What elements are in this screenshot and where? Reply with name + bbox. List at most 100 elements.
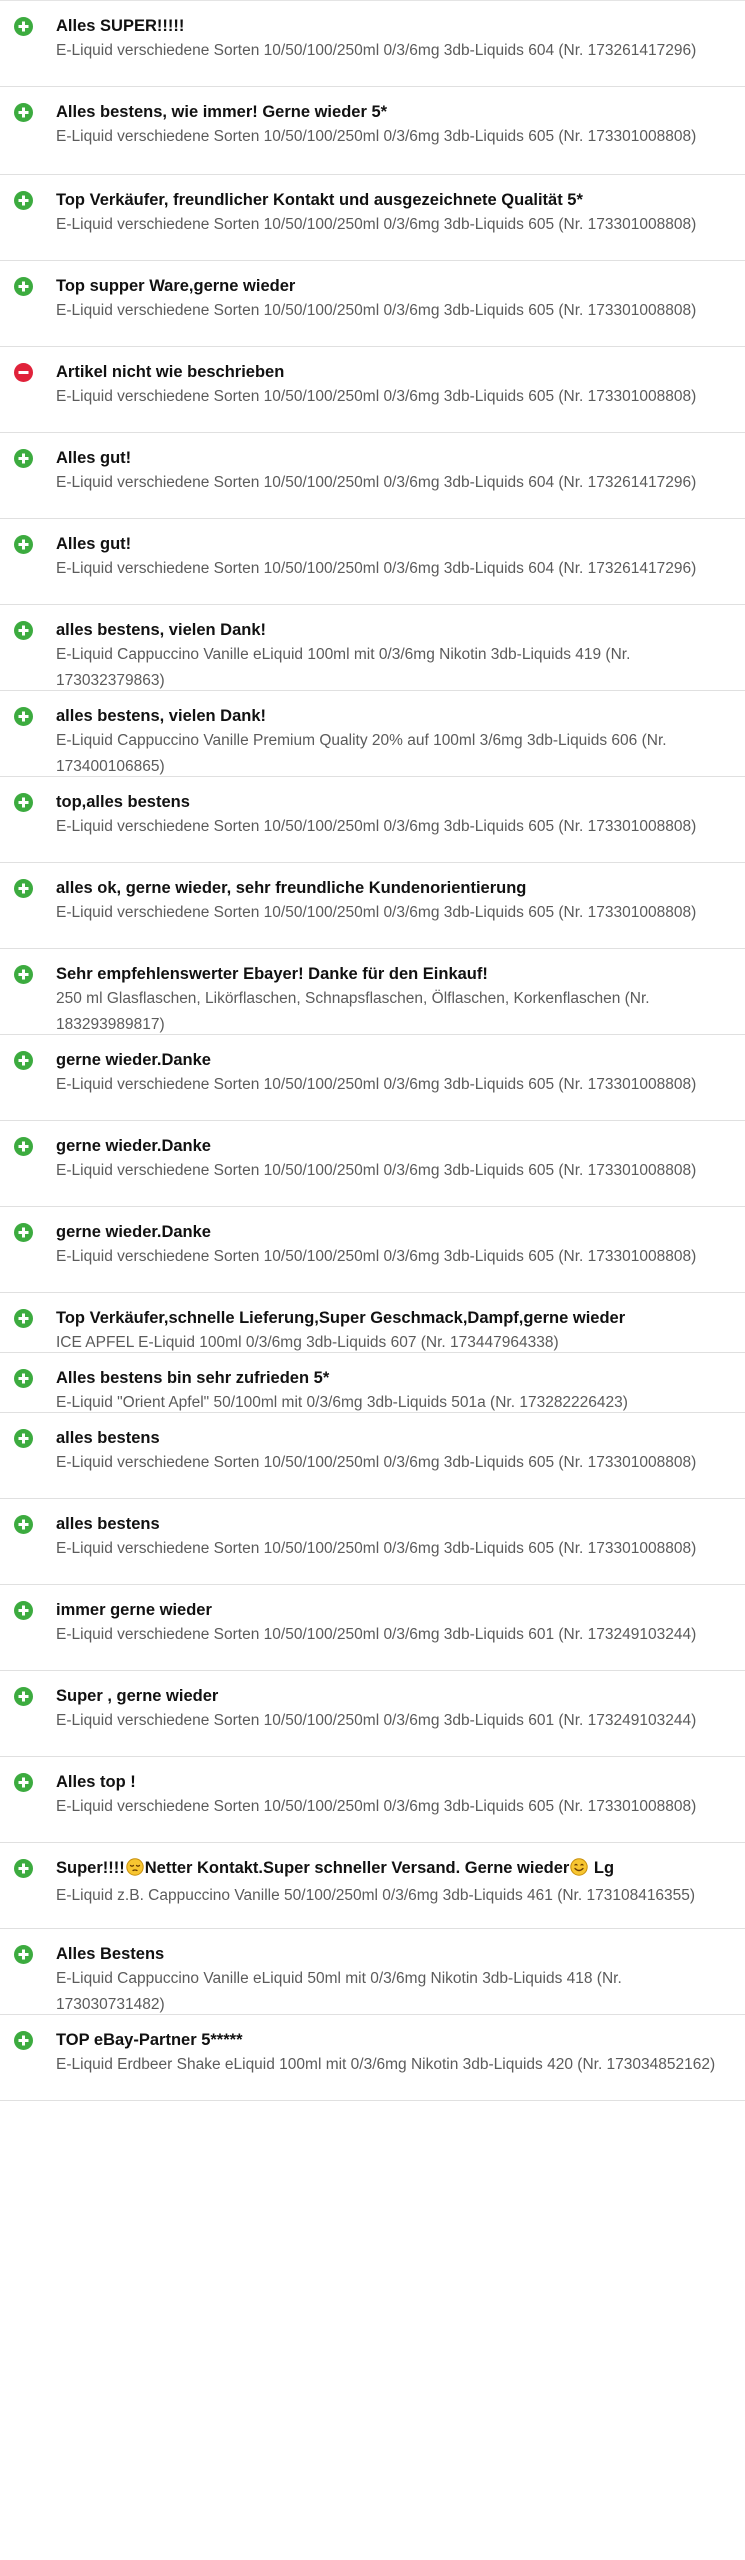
positive-feedback-icon [14,1515,33,1534]
positive-feedback-icon [14,17,33,36]
positive-feedback-icon [14,1369,33,1388]
positive-feedback-icon [14,535,33,554]
feedback-item-title: E-Liquid verschiedene Sorten 10/50/100/2… [56,1076,697,1093]
feedback-item-title: E-Liquid verschiedene Sorten 10/50/100/2… [56,388,697,405]
feedback-item: Artikel nicht wie beschrieben E-Liquid ve… [0,347,745,433]
feedback-comment: gerne wieder.Danke [56,1051,211,1069]
feedback-comment: Alles Bestens [56,1945,165,1963]
feedback-comment: Top Verkäufer, freundlicher Kontakt und … [56,191,583,209]
feedback-item: gerne wieder.Danke E-Liquid verschiedene … [0,1207,745,1293]
positive-feedback-icon [14,449,33,468]
feedback-item-title: 250 ml Glasflaschen, Likörflaschen, Schn… [56,990,650,1033]
feedback-comment: Alles gut! [56,535,132,553]
feedback-comment: Top supper Ware,gerne wieder [56,277,296,295]
positive-feedback-icon [14,1429,33,1448]
feedback-item-title: E-Liquid verschiedene Sorten 10/50/100/2… [56,1162,697,1179]
positive-feedback-icon [14,1051,33,1070]
feedback-comment: alles bestens [56,1429,160,1447]
feedback-item-title: E-Liquid verschiedene Sorten 10/50/100/2… [56,1712,697,1729]
positive-feedback-icon [14,793,33,812]
positive-feedback-icon [14,707,33,726]
feedback-comment: Super!!!! Netter Kontakt.Super schneller … [56,1857,731,1882]
feedback-item-title: E-Liquid verschiedene Sorten 10/50/100/2… [56,302,697,319]
feedback-item: gerne wieder.Danke E-Liquid verschiedene … [0,1035,745,1121]
positive-feedback-icon [14,1859,33,1878]
positive-feedback-icon [14,103,33,122]
feedback-item: immer gerne wieder E-Liquid verschiedene … [0,1585,745,1671]
feedback-comment: alles bestens, vielen Dank! [56,621,267,639]
feedback-item: alles bestens, vielen Dank! E-Liquid Capp… [0,605,745,691]
positive-feedback-icon [14,1223,33,1242]
feedback-item-title: E-Liquid verschiedene Sorten 10/50/100/2… [56,818,697,835]
feedback-comment: Alles top ! [56,1773,136,1791]
feedback-item-title: E-Liquid verschiedene Sorten 10/50/100/2… [56,1798,697,1815]
feedback-item: top,alles bestens E-Liquid verschiedene S… [0,777,745,863]
feedback-item-title: E-Liquid verschiedene Sorten 10/50/100/2… [56,904,697,921]
feedback-comment: top,alles bestens [56,793,190,811]
feedback-comment: Alles gut! [56,449,132,467]
feedback-item: Alles bestens bin sehr zufrieden 5* E-Liq… [0,1353,745,1413]
feedback-item-title: E-Liquid verschiedene Sorten 10/50/100/2… [56,474,697,491]
feedback-item: Alles Bestens E-Liquid Cappuccino Vanille… [0,1929,745,2015]
positive-feedback-icon [14,277,33,296]
feedback-comment: Super , gerne wieder [56,1687,219,1705]
feedback-item: alles ok, gerne wieder, sehr freundliche… [0,863,745,949]
feedback-item: Top Verkäufer,schnelle Lieferung,Super G… [0,1293,745,1353]
feedback-item: alles bestens E-Liquid verschiedene Sorte… [0,1413,745,1499]
feedback-item-title: E-Liquid verschiedene Sorten 10/50/100/2… [56,1248,697,1265]
feedback-comment: Top Verkäufer,schnelle Lieferung,Super G… [56,1309,626,1327]
feedback-item: Alles SUPER!!!!! E-Liquid verschiedene So… [0,1,745,87]
feedback-comment: immer gerne wieder [56,1601,212,1619]
feedback-comment: Alles SUPER!!!!! [56,17,185,35]
feedback-item-title: E-Liquid verschiedene Sorten 10/50/100/2… [56,42,697,59]
feedback-comment: Alles bestens bin sehr zufrieden 5* [56,1369,330,1387]
feedback-item-title: E-Liquid Cappuccino Vanille eLiquid 100m… [56,646,631,689]
feedback-item: Super!!!! Netter Kontakt.Super schneller … [0,1843,745,1929]
positive-feedback-icon [14,2031,33,2050]
feedback-comment: alles bestens, vielen Dank! [56,707,267,725]
feedback-comment-text: Super!!!! [56,1859,125,1877]
feedback-item: alles bestens E-Liquid verschiedene Sorte… [0,1499,745,1585]
feedback-item: Sehr empfehlenswerter Ebayer! Danke für … [0,949,745,1035]
feedback-comment: Alles bestens, wie immer! Gerne wieder 5… [56,103,388,121]
feedback-comment: gerne wieder.Danke [56,1137,211,1155]
feedback-comment-text: Netter Kontakt.Super schneller Versand. … [144,1859,570,1877]
positive-feedback-icon [14,1601,33,1620]
positive-feedback-icon [14,879,33,898]
feedback-comment: alles ok, gerne wieder, sehr freundliche… [56,879,527,897]
feedback-item-title: E-Liquid Erdbeer Shake eLiquid 100ml mit… [56,2056,716,2073]
feedback-item: Alles gut! E-Liquid verschiedene Sorten 1… [0,519,745,605]
sleepy-face-emoji [126,1858,144,1882]
feedback-item-title: E-Liquid verschiedene Sorten 10/50/100/2… [56,216,697,233]
positive-feedback-icon [14,191,33,210]
feedback-item: Alles top ! E-Liquid verschiedene Sorten … [0,1757,745,1843]
feedback-item: gerne wieder.Danke E-Liquid verschiedene … [0,1121,745,1207]
positive-feedback-icon [14,1137,33,1156]
feedback-list: Alles SUPER!!!!! E-Liquid verschiedene So… [0,0,745,2101]
feedback-comment: alles bestens [56,1515,160,1533]
feedback-item-title: E-Liquid verschiedene Sorten 10/50/100/2… [56,1626,697,1643]
feedback-item: Super , gerne wieder E-Liquid verschieden… [0,1671,745,1757]
positive-feedback-icon [14,621,33,640]
feedback-item-title: E-Liquid Cappuccino Vanille Premium Qual… [56,732,667,775]
negative-feedback-icon [14,363,33,382]
feedback-comment: gerne wieder.Danke [56,1223,211,1241]
feedback-item: Alles gut! E-Liquid verschiedene Sorten 1… [0,433,745,519]
feedback-item: TOP eBay-Partner 5***** E-Liquid Erdbeer … [0,2015,745,2101]
feedback-item: Top Verkäufer, freundlicher Kontakt und … [0,175,745,261]
smiling-face-emoji [570,1858,589,1882]
feedback-item-title: E-Liquid verschiedene Sorten 10/50/100/2… [56,1540,697,1557]
feedback-comment: TOP eBay-Partner 5***** [56,2031,243,2049]
feedback-item-title: E-Liquid verschiedene Sorten 10/50/100/2… [56,128,697,145]
feedback-item-title: E-Liquid z.B. Cappuccino Vanille 50/100/… [56,1887,696,1904]
positive-feedback-icon [14,1773,33,1792]
feedback-item-title: E-Liquid Cappuccino Vanille eLiquid 50ml… [56,1970,622,2013]
feedback-comment: Sehr empfehlenswerter Ebayer! Danke für … [56,965,488,983]
feedback-comment: Artikel nicht wie beschrieben [56,363,285,381]
positive-feedback-icon [14,1309,33,1328]
feedback-item: Alles bestens, wie immer! Gerne wieder 5… [0,87,745,175]
positive-feedback-icon [14,965,33,984]
feedback-item: alles bestens, vielen Dank! E-Liquid Capp… [0,691,745,777]
feedback-item-title: E-Liquid verschiedene Sorten 10/50/100/2… [56,560,697,577]
positive-feedback-icon [14,1945,33,1964]
